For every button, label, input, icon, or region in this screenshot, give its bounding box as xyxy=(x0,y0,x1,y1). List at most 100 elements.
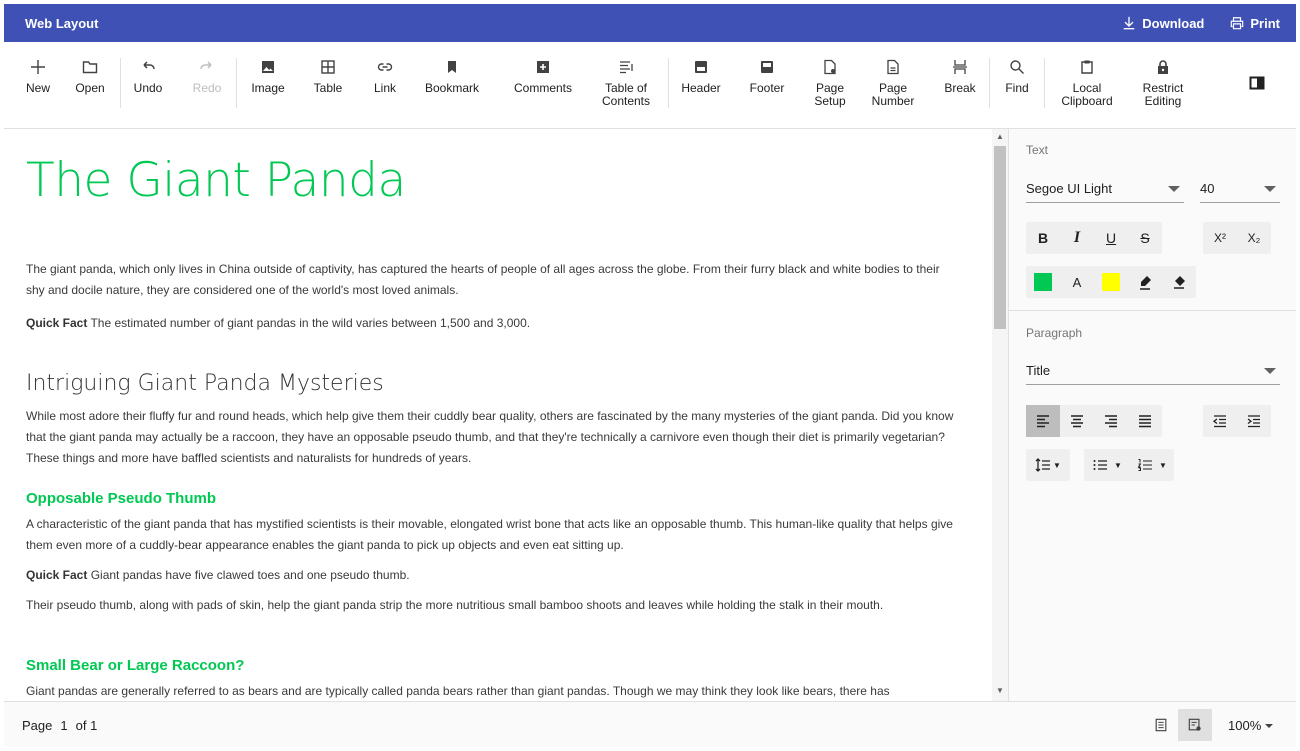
download-button[interactable]: Download xyxy=(1122,16,1204,31)
highlight-swatch-button[interactable] xyxy=(1094,266,1128,298)
decrease-indent-button[interactable] xyxy=(1203,405,1237,437)
underline-button[interactable]: U xyxy=(1094,222,1128,254)
line-spacing-group: ▼ xyxy=(1026,449,1070,481)
link-icon xyxy=(377,63,393,71)
font-size-dropdown[interactable]: 40 xyxy=(1200,175,1280,203)
bookmark-button[interactable]: Bookmark xyxy=(422,42,482,128)
superscript-button[interactable]: X² xyxy=(1203,222,1237,254)
align-center-button[interactable] xyxy=(1060,405,1094,437)
footer-button[interactable]: Footer xyxy=(744,42,790,128)
zoom-dropdown[interactable]: 100% xyxy=(1228,718,1274,733)
vertical-scrollbar[interactable]: ▲ ▼ xyxy=(992,129,1008,701)
table-label: Table xyxy=(313,81,343,95)
page-setup-button[interactable]: Page Setup xyxy=(810,42,850,128)
header-icon xyxy=(695,61,707,73)
local-clipboard-button[interactable]: Local Clipboard xyxy=(1054,42,1120,128)
align-left-button[interactable] xyxy=(1026,405,1060,437)
subscript-button[interactable]: X₂ xyxy=(1237,222,1271,254)
indent-group xyxy=(1203,405,1271,437)
align-right-button[interactable] xyxy=(1094,405,1128,437)
clear-format-button[interactable] xyxy=(1162,266,1196,298)
redo-button[interactable]: Redo xyxy=(190,42,224,128)
print-layout-button[interactable] xyxy=(1144,709,1178,741)
restrict-editing-button[interactable]: Restrict Editing xyxy=(1134,42,1192,128)
heading-mysteries[interactable]: Intriguing Giant Panda Mysteries xyxy=(26,371,384,396)
paragraph-pseudo-thumb[interactable]: A characteristic of the giant panda that… xyxy=(26,514,961,556)
new-button[interactable]: New xyxy=(23,42,53,128)
heading-bear-raccoon[interactable]: Small Bear or Large Raccoon? xyxy=(26,657,244,674)
find-button[interactable]: Find xyxy=(1000,42,1034,128)
pane-toggle-icon xyxy=(1249,76,1265,90)
font-color-button[interactable]: A xyxy=(1060,266,1094,298)
align-left-icon xyxy=(1037,415,1049,428)
numbered-list-button[interactable]: ▼ xyxy=(1130,449,1174,481)
page-setup-label: Page Setup xyxy=(814,81,846,108)
font-color-swatch xyxy=(1034,273,1052,291)
redo-icon xyxy=(200,61,212,70)
image-label: Image xyxy=(251,81,285,95)
pane-divider xyxy=(1009,310,1296,311)
heading-pseudo-thumb[interactable]: Opposable Pseudo Thumb xyxy=(26,490,216,507)
open-button[interactable]: Open xyxy=(73,42,107,128)
bold-button[interactable]: B xyxy=(1026,222,1060,254)
scroll-up-arrow-icon[interactable]: ▲ xyxy=(996,132,1004,141)
italic-button[interactable]: I xyxy=(1060,222,1094,254)
quick-fact-2[interactable]: Quick Fact Giant pandas have five clawed… xyxy=(26,565,961,586)
justify-button[interactable] xyxy=(1128,405,1162,437)
header-button[interactable]: Header xyxy=(678,42,724,128)
text-section-title: Text xyxy=(1026,143,1049,157)
restrict-editing-label: Restrict Editing xyxy=(1142,81,1184,108)
print-button[interactable]: Print xyxy=(1230,16,1280,31)
chevron-down-icon xyxy=(1265,723,1274,728)
link-label: Link xyxy=(373,81,396,95)
document-title[interactable]: The Giant Panda xyxy=(26,153,406,208)
paragraph-style-dropdown[interactable]: Title xyxy=(1026,357,1280,385)
page-number-button[interactable]: Page Number xyxy=(868,42,918,128)
paragraph-intro[interactable]: The giant panda, which only lives in Chi… xyxy=(26,259,961,301)
folder-icon xyxy=(82,61,98,74)
quick-fact-label: Quick Fact xyxy=(26,568,88,582)
comments-label: Comments xyxy=(513,81,572,95)
highlighter-icon xyxy=(1140,276,1151,290)
font-color-swatch-button[interactable] xyxy=(1026,266,1060,298)
table-button[interactable]: Table xyxy=(308,42,348,128)
paragraph-pseudo-thumb-2[interactable]: Their pseudo thumb, along with pads of s… xyxy=(26,595,961,616)
line-spacing-button[interactable]: ▼ xyxy=(1026,449,1070,481)
current-page-input[interactable]: 1 xyxy=(60,718,67,733)
document-canvas[interactable]: The Giant Panda The giant panda, which o… xyxy=(4,129,992,701)
header-label: Header xyxy=(681,81,721,95)
caret-down-icon: ▼ xyxy=(1053,460,1061,470)
quick-fact-1[interactable]: Quick Fact The estimated number of giant… xyxy=(26,313,961,334)
footer-icon xyxy=(761,61,773,73)
list-group: ▼ ▼ xyxy=(1084,449,1174,481)
outdent-icon xyxy=(1212,415,1226,428)
bullet-list-button[interactable]: ▼ xyxy=(1084,449,1130,481)
strikethrough-button[interactable]: S xyxy=(1128,222,1162,254)
toc-icon xyxy=(620,61,633,74)
break-button[interactable]: Break xyxy=(940,42,980,128)
table-icon xyxy=(321,60,335,74)
redo-label: Redo xyxy=(192,81,222,95)
font-family-dropdown[interactable]: Segoe UI Light xyxy=(1026,175,1184,203)
page-number-label: Page Number xyxy=(871,81,915,108)
undo-button[interactable]: Undo xyxy=(131,42,165,128)
paragraph-bear-raccoon[interactable]: Giant pandas are generally referred to a… xyxy=(26,681,961,701)
scrollbar-thumb[interactable] xyxy=(994,146,1006,329)
separator xyxy=(1044,58,1045,108)
table-of-contents-button[interactable]: Table of Contents xyxy=(596,42,656,128)
paragraph-mysteries[interactable]: While most adore their fluffy fur and ro… xyxy=(26,406,961,469)
bookmark-label: Bookmark xyxy=(424,81,480,95)
caret-down-icon: ▼ xyxy=(1114,460,1122,470)
highlight-color-swatch xyxy=(1102,273,1120,291)
scroll-down-arrow-icon[interactable]: ▼ xyxy=(996,686,1004,695)
print-label: Print xyxy=(1250,15,1280,31)
toggle-properties-pane-button[interactable] xyxy=(1240,42,1274,128)
bullet-list-icon xyxy=(1093,460,1108,470)
highlight-button[interactable] xyxy=(1128,266,1162,298)
image-button[interactable]: Image xyxy=(248,42,288,128)
find-label: Find xyxy=(1005,81,1029,95)
link-button[interactable]: Link xyxy=(368,42,402,128)
increase-indent-button[interactable] xyxy=(1237,405,1271,437)
web-layout-button[interactable] xyxy=(1178,709,1212,741)
comments-button[interactable]: Comments xyxy=(506,42,580,128)
